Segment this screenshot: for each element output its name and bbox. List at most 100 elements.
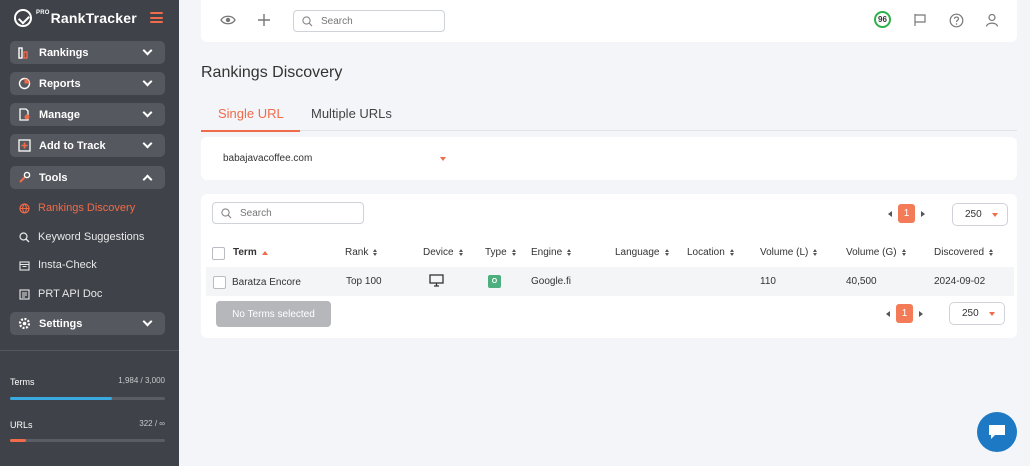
- chat-button[interactable]: [977, 412, 1017, 452]
- chevron-down-icon: [142, 316, 153, 327]
- nav-settings[interactable]: Settings: [10, 312, 165, 335]
- next-page-icon[interactable]: [921, 210, 925, 217]
- page-size-value: 250: [962, 308, 979, 319]
- tab-bar: Single URL Multiple URLs: [201, 98, 1017, 132]
- tab-multiple-urls[interactable]: Multiple URLs: [311, 106, 392, 130]
- dropdown-caret-icon[interactable]: [440, 157, 446, 161]
- results-search-input[interactable]: [240, 207, 350, 219]
- tools-icon: [18, 171, 31, 184]
- column-header-discovered[interactable]: Discovered: [934, 247, 994, 258]
- column-header-rank[interactable]: Rank: [345, 247, 378, 258]
- select-all-checkbox[interactable]: [212, 247, 225, 260]
- nav-manage-label: Manage: [39, 108, 80, 121]
- column-header-location[interactable]: Location: [687, 247, 734, 258]
- table-row[interactable]: Baratza Encore Top 100 O Google.fi 110 4…: [206, 267, 1014, 296]
- cell-engine: Google.fi: [531, 276, 572, 287]
- terms-usage-bar: [10, 397, 165, 400]
- chevron-up-icon: [142, 174, 153, 185]
- globe-icon: [19, 202, 30, 214]
- nav-tools[interactable]: Tools: [10, 166, 165, 189]
- prev-page-icon[interactable]: [886, 310, 890, 317]
- urls-usage-label: URLs: [10, 420, 33, 430]
- user-icon[interactable]: [984, 12, 1000, 28]
- url-select-value: babajavacoffee.com: [223, 153, 313, 164]
- page-size-select[interactable]: 250: [949, 302, 1005, 325]
- nav-tools-label: Tools: [39, 171, 68, 184]
- page-title: Rankings Discovery: [201, 64, 343, 81]
- chat-bubble-icon: [989, 425, 1005, 439]
- column-header-term[interactable]: Term: [233, 247, 268, 258]
- search-icon: [221, 207, 232, 218]
- results-search-field[interactable]: [212, 202, 364, 224]
- sort-icon: [901, 249, 906, 256]
- sort-asc-icon: [261, 250, 268, 255]
- type-badge: O: [488, 275, 501, 288]
- top-search-input[interactable]: [321, 15, 431, 27]
- bar-chart-icon: [18, 46, 31, 59]
- terms-usage-value: 1,984 / 3,000: [118, 376, 165, 385]
- brand-logo[interactable]: PRORankTracker: [14, 9, 137, 27]
- flag-icon[interactable]: [912, 12, 928, 28]
- column-header-volume-global[interactable]: Volume (G): [846, 247, 906, 258]
- score-badge[interactable]: 96: [874, 11, 891, 28]
- current-page[interactable]: 1: [898, 204, 915, 223]
- current-page[interactable]: 1: [896, 304, 913, 323]
- urls-usage-value: 322 / ∞: [139, 419, 165, 428]
- cell-rank: Top 100: [346, 276, 382, 287]
- tab-single-url[interactable]: Single URL: [201, 106, 300, 132]
- nav-add-to-track-label: Add to Track: [39, 139, 106, 152]
- nav-rankings-label: Rankings: [39, 46, 89, 59]
- page-size-select[interactable]: 250: [952, 203, 1008, 226]
- cell-volume-local: 110: [760, 276, 776, 287]
- sidebar-item-label: Keyword Suggestions: [38, 231, 145, 243]
- sidebar: PRORankTracker Rankings Reports Manage A…: [0, 0, 179, 466]
- sort-icon: [458, 249, 463, 256]
- hamburger-menu-icon[interactable]: [150, 12, 163, 23]
- pagination-top: 1: [888, 204, 925, 223]
- brand-prefix: PRO: [36, 10, 50, 16]
- column-header-volume-local[interactable]: Volume (L): [760, 247, 818, 258]
- chevron-down-icon: [142, 76, 153, 87]
- help-icon[interactable]: [948, 12, 964, 28]
- prev-page-icon[interactable]: [888, 210, 892, 217]
- column-header-type[interactable]: Type: [485, 247, 516, 258]
- nav-settings-label: Settings: [39, 317, 83, 330]
- calendar-icon: [19, 260, 30, 271]
- column-header-engine[interactable]: Engine: [531, 247, 572, 258]
- no-terms-selected-button[interactable]: No Terms selected: [216, 301, 331, 327]
- sidebar-item-keyword-suggestions[interactable]: Keyword Suggestions: [19, 231, 144, 243]
- nav-rankings[interactable]: Rankings: [10, 41, 165, 64]
- topbar: 96: [201, 0, 1017, 42]
- sidebar-item-insta-check[interactable]: Insta-Check: [19, 259, 97, 271]
- nav-add-to-track[interactable]: Add to Track: [10, 134, 165, 157]
- column-header-device[interactable]: Device: [423, 247, 463, 258]
- cell-term: Baratza Encore: [232, 277, 301, 288]
- pie-chart-icon: [18, 77, 31, 90]
- sidebar-item-prt-api-doc[interactable]: PRT API Doc: [19, 288, 102, 300]
- urls-usage-bar: [10, 439, 165, 442]
- url-select[interactable]: babajavacoffee.com: [223, 153, 312, 164]
- chevron-down-icon: [142, 138, 153, 149]
- sidebar-divider: [0, 350, 179, 351]
- sidebar-item-label: Rankings Discovery: [38, 202, 136, 214]
- column-header-language[interactable]: Language: [615, 247, 669, 258]
- sort-icon: [664, 249, 669, 256]
- nav-reports[interactable]: Reports: [10, 72, 165, 95]
- api-doc-icon: [19, 288, 30, 300]
- url-selector-panel: babajavacoffee.com: [201, 137, 1017, 180]
- eye-icon[interactable]: [220, 12, 236, 28]
- sidebar-item-rankings-discovery[interactable]: Rankings Discovery: [19, 202, 135, 214]
- plus-square-icon: [18, 139, 31, 152]
- top-search-field[interactable]: [293, 10, 445, 32]
- cell-discovered: 2024-09-02: [934, 276, 986, 287]
- plus-icon[interactable]: [256, 12, 272, 28]
- sort-icon: [373, 249, 378, 256]
- urls-usage-fill: [10, 439, 26, 442]
- gear-icon: [18, 317, 31, 330]
- nav-manage[interactable]: Manage: [10, 103, 165, 126]
- row-checkbox[interactable]: [213, 276, 226, 289]
- next-page-icon[interactable]: [919, 310, 923, 317]
- nav-reports-label: Reports: [39, 77, 81, 90]
- sort-icon: [989, 249, 994, 256]
- sort-icon: [813, 249, 818, 256]
